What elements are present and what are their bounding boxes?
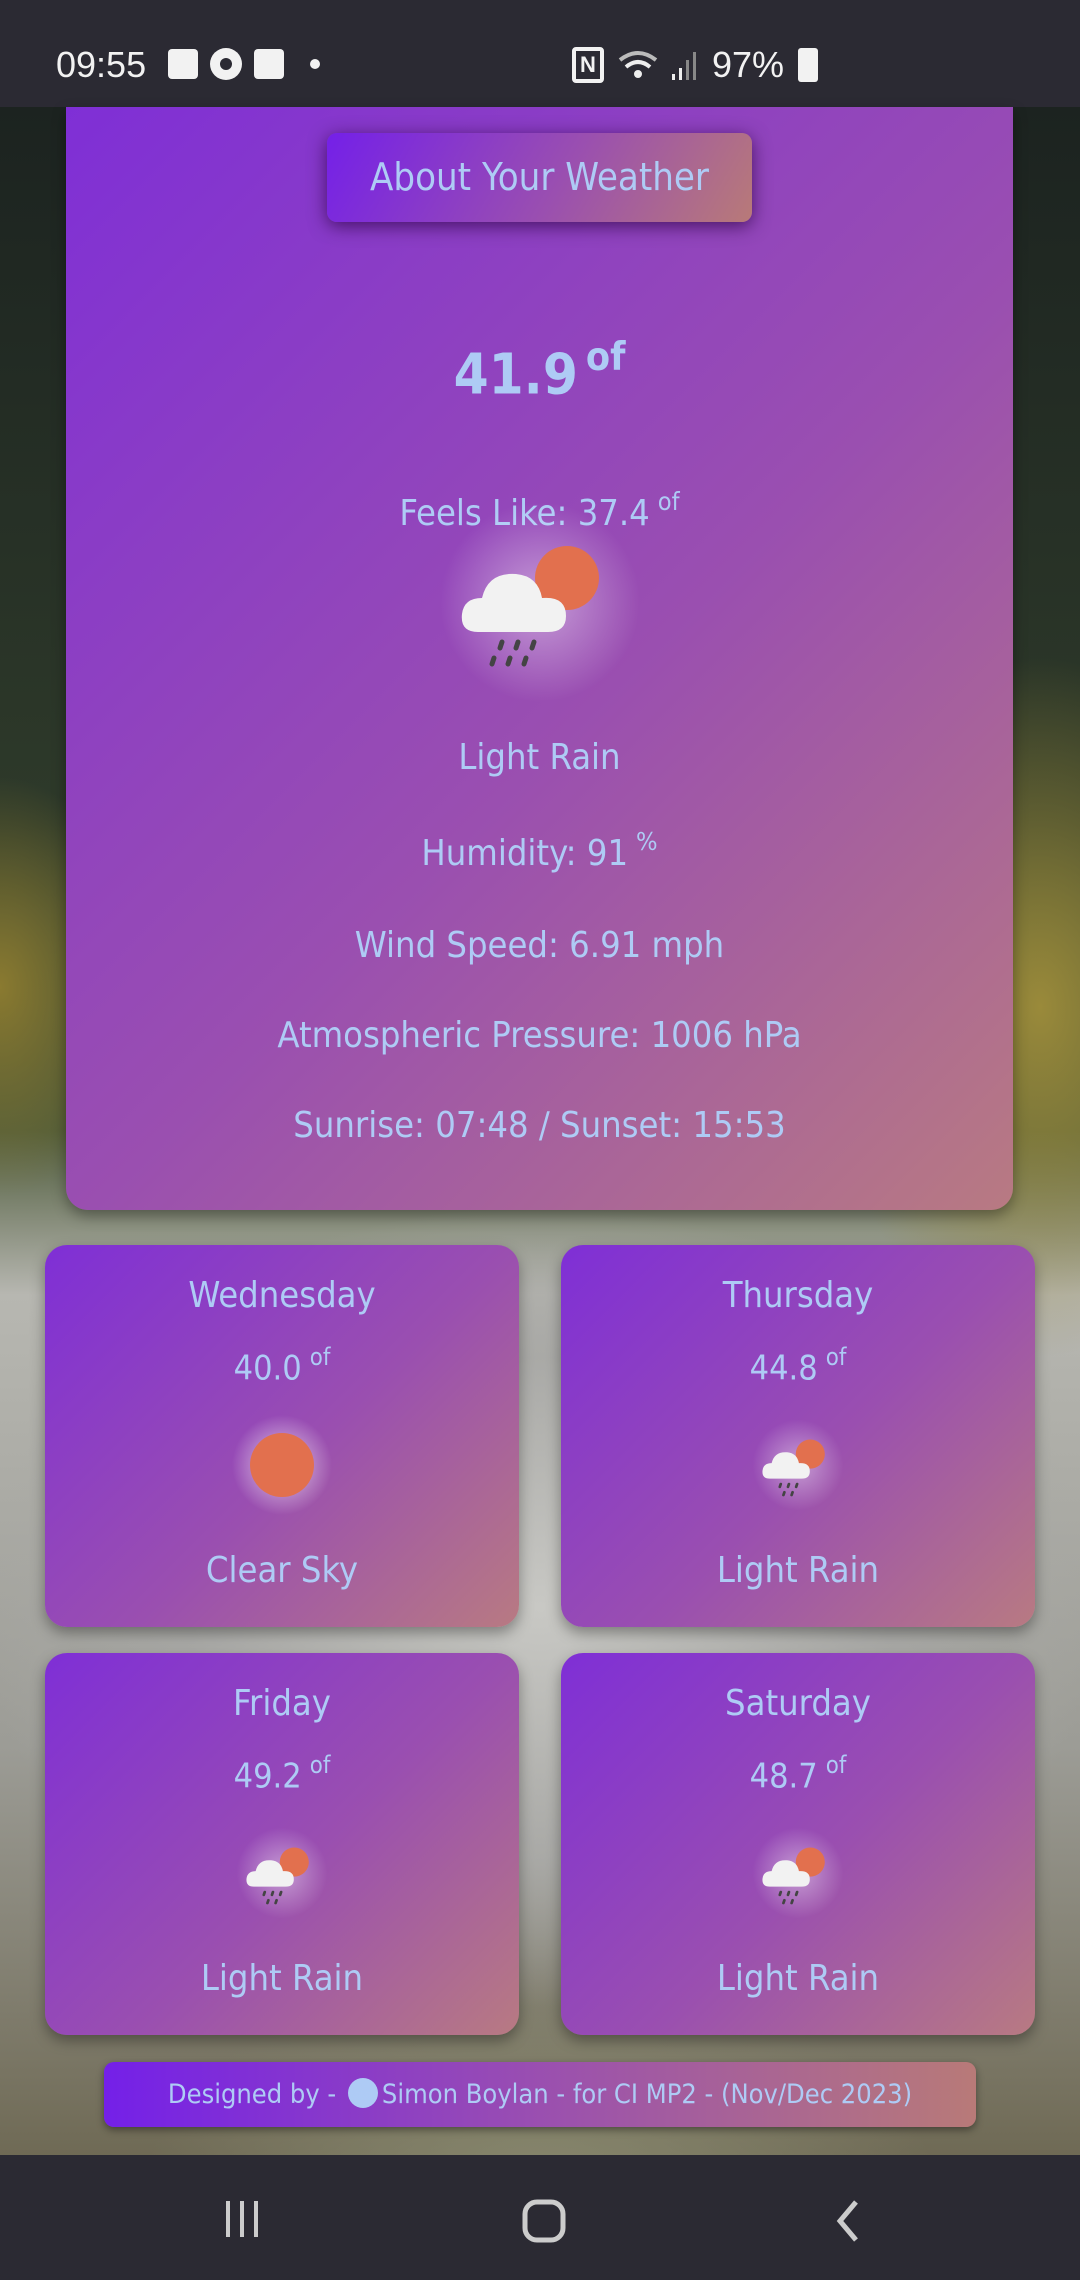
forecast-temp: 40.0 of (233, 1343, 331, 1389)
cloud-sun-rain-icon (439, 502, 640, 702)
wifi-icon (618, 51, 658, 78)
forecast-day: Saturday (725, 1683, 871, 1724)
forecast-day: Thursday (722, 1275, 874, 1316)
cloud-sun-rain-icon (236, 1827, 328, 1919)
current-temp: 41.9 of (453, 335, 626, 408)
gallery-icon (168, 49, 198, 79)
forecast-temp: 48.7 of (749, 1751, 847, 1797)
forecast-card: Wednesday 40.0 of Clear Sky (45, 1245, 519, 1627)
forecast-day: Wednesday (188, 1275, 376, 1316)
footer-prefix: Designed by - (167, 2079, 337, 2110)
cloud-sun-rain-icon (752, 1827, 844, 1919)
current-weather-card: 41.9of Feels Like: 37.4of Light Rain Hum… (66, 107, 1013, 1210)
forecast-card: Friday 49.2 of Light Rain (45, 1653, 519, 2035)
forecast-card: Thursday 44.8 of Light Rain (561, 1245, 1035, 1627)
forecast-description: Light Rain (200, 1958, 364, 1999)
forecast-temp: 49.2 of (233, 1751, 331, 1797)
weather-description: Light Rain (458, 737, 621, 778)
about-your-weather-button[interactable]: About Your Weather (327, 133, 752, 222)
wind-speed: Wind Speed: 6.91 mph (354, 925, 725, 966)
signal-icon (672, 52, 696, 80)
dot-icon (310, 59, 320, 69)
clock: 09:55 (56, 44, 147, 85)
mail-icon (254, 49, 284, 79)
home-button[interactable] (522, 2199, 566, 2247)
forecast-temp: 44.8 of (749, 1343, 847, 1389)
back-button[interactable] (832, 2199, 862, 2247)
author-link[interactable]: Simon Boylan - for CI MP2 - (Nov/Dec 202… (382, 2079, 912, 2110)
status-bar: 09:55 N 97% (0, 0, 1080, 107)
forecast-description: Clear Sky (205, 1550, 359, 1591)
forecast-card: Saturday 48.7 of Light Rain (561, 1653, 1035, 2035)
battery-icon (798, 48, 819, 82)
forecast-description: Light Rain (716, 1958, 880, 1999)
sunrise-sunset: Sunrise: 07:48 / Sunset: 15:53 (293, 1105, 786, 1146)
battery-percent: 97% (712, 44, 785, 85)
cloud-sun-rain-icon (752, 1419, 844, 1511)
nfc-icon: N (572, 47, 604, 83)
sync-icon (210, 48, 242, 80)
forecast-day: Friday (233, 1683, 331, 1724)
navigation-bar (0, 2155, 1080, 2280)
pressure: Atmospheric Pressure: 1006 hPa (277, 1015, 802, 1056)
footer: Designed by - Simon Boylan - for CI MP2 … (104, 2062, 976, 2127)
humidity: Humidity: 91% (421, 827, 658, 875)
recents-button[interactable] (222, 2199, 262, 2243)
github-icon[interactable] (347, 2078, 378, 2108)
forecast-description: Light Rain (716, 1550, 880, 1591)
sun-icon (232, 1415, 332, 1515)
